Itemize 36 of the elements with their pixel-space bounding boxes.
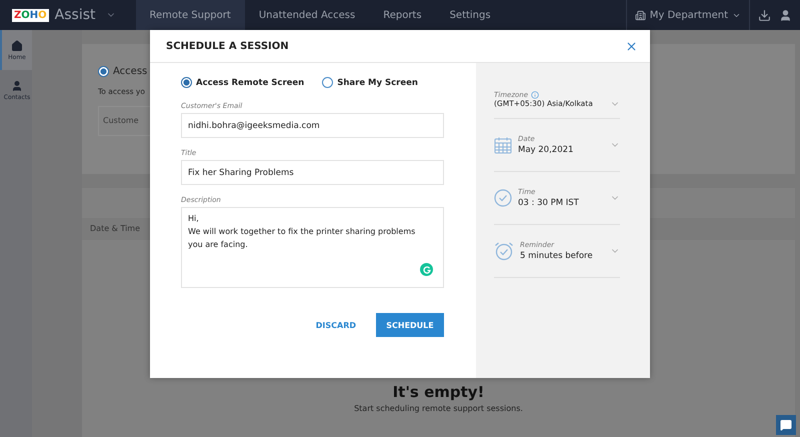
description-field[interactable]: Hi, We will work together to fix the printer sharing problems you are facing. — [181, 207, 444, 288]
logo: ZOHO — [12, 8, 49, 22]
input-field[interactable]: nidhi.bohra@igeeksmedia.com — [181, 113, 444, 138]
alarm-clock-icon — [494, 241, 514, 261]
nav-tab[interactable]: Reports — [369, 0, 436, 30]
nav-tab[interactable]: Remote Support — [136, 0, 245, 30]
building-icon — [634, 10, 646, 20]
person-icon — [11, 80, 23, 92]
empty-subtitle: Start scheduling remote support sessions. — [354, 404, 523, 413]
input-field[interactable]: Fix her Sharing Problems — [181, 160, 444, 185]
nav-tab[interactable]: Unattended Access — [244, 0, 370, 30]
nav-tab[interactable]: Settings — [436, 0, 505, 30]
info-icon[interactable] — [531, 90, 540, 98]
setting-value[interactable]: 5 minutes before — [520, 251, 604, 261]
calendar-icon — [494, 136, 512, 154]
home-icon — [11, 40, 23, 52]
schedule-button[interactable]: SCHEDULE — [376, 313, 444, 337]
chat-button[interactable] — [776, 415, 796, 435]
radio-label: Access — [113, 66, 148, 77]
grammar-check-icon[interactable] — [420, 263, 433, 276]
radio-button[interactable] — [98, 66, 109, 77]
setting-value[interactable]: May 20,2021 — [518, 145, 604, 155]
setting-value[interactable]: 03 : 30 PM IST — [518, 198, 604, 208]
radio-button[interactable] — [181, 77, 192, 88]
radio-option[interactable]: Share My Screen — [322, 77, 418, 88]
empty-title: It's empty! — [392, 383, 484, 401]
download-icon[interactable] — [758, 8, 771, 22]
clock-check-icon — [494, 189, 512, 207]
discard-button[interactable]: DISCARD — [316, 313, 356, 337]
chat-icon — [780, 419, 792, 431]
radio-button[interactable] — [322, 77, 334, 88]
close-button[interactable] — [625, 40, 638, 52]
app-name: Assist — [54, 7, 96, 23]
dialog-title: SCHEDULE A SESSION — [166, 40, 289, 52]
user-icon[interactable] — [779, 8, 792, 22]
radio-option[interactable]: Access Remote Screen — [181, 77, 304, 88]
